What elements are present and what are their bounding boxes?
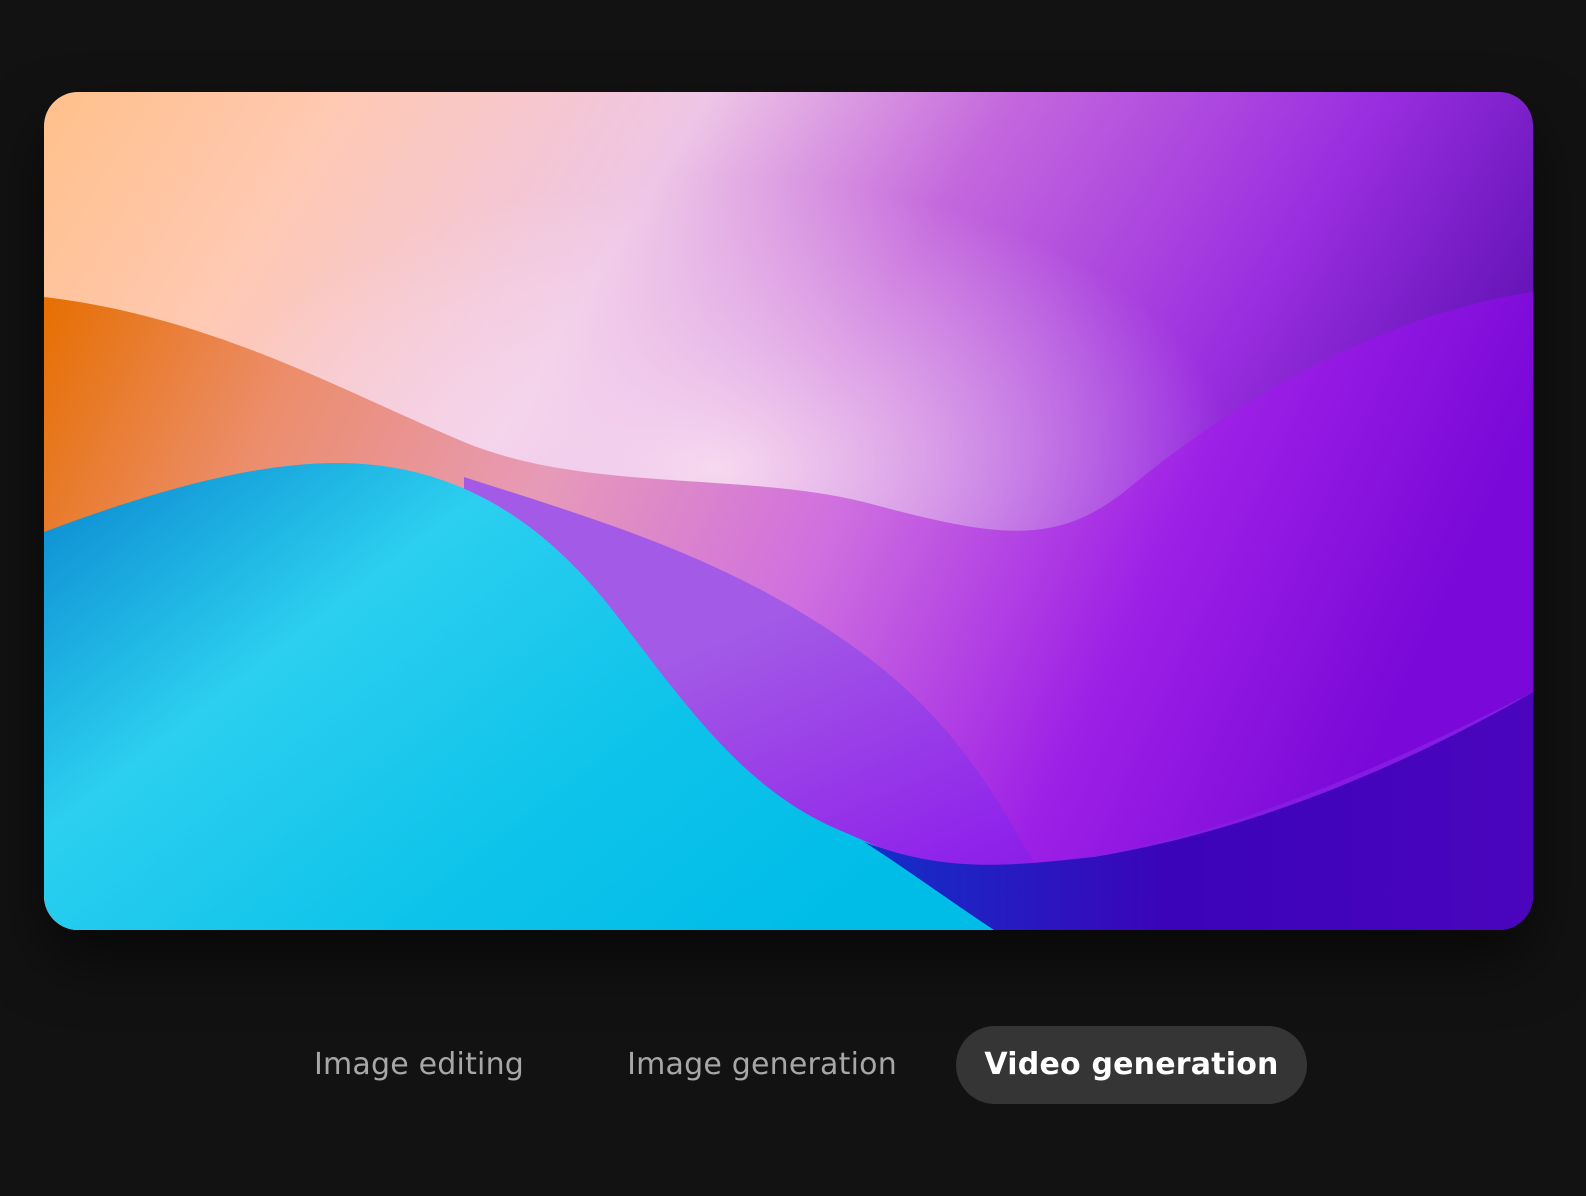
preview-image (44, 92, 1533, 930)
tab-image-generation[interactable]: Image generation (600, 1026, 924, 1104)
page: Image editing Image generation Video gen… (0, 0, 1586, 1196)
tab-video-generation[interactable]: Video generation (956, 1026, 1307, 1104)
mode-tabs: Image editing Image generation Video gen… (0, 1026, 1586, 1104)
tab-image-editing[interactable]: Image editing (290, 1026, 548, 1104)
gradient-wave-artwork (44, 92, 1533, 930)
